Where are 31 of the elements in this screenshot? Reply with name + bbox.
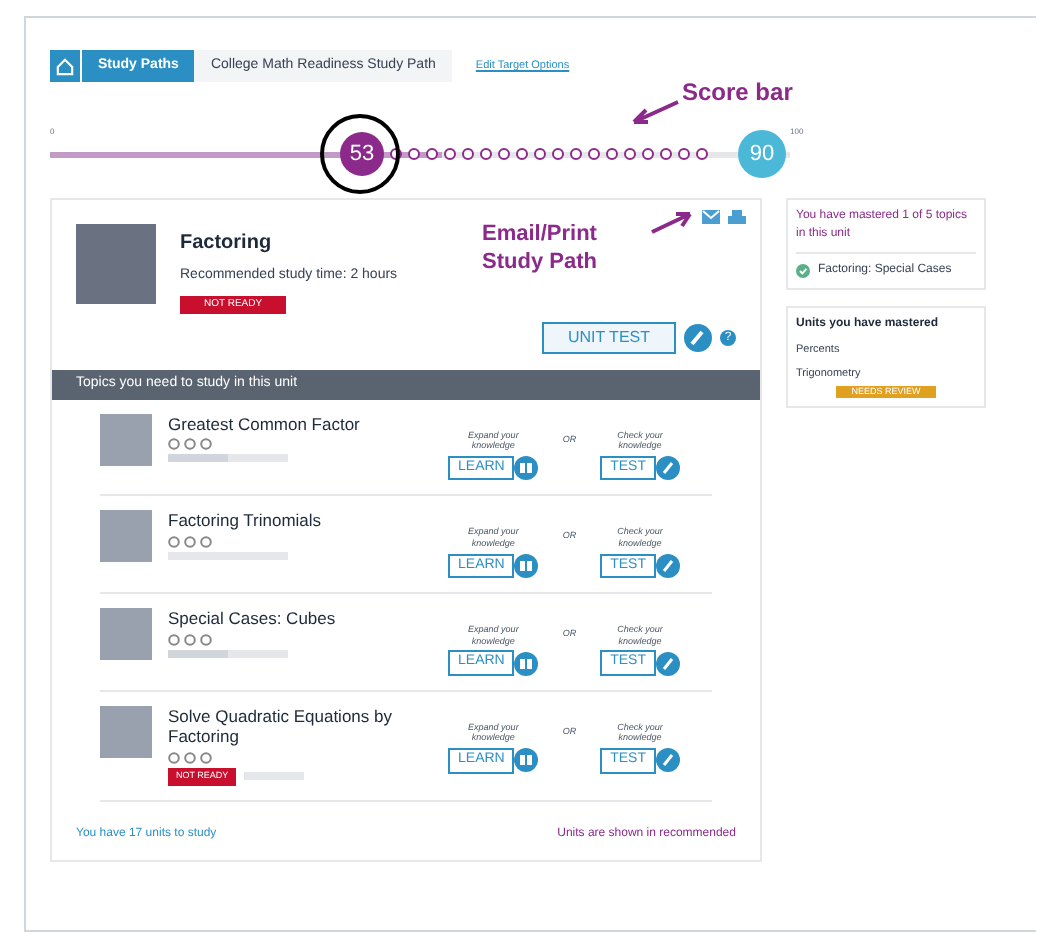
topic-thumbnail: [100, 510, 152, 563]
topic-title: Greatest Common Factor: [168, 413, 362, 435]
pencil-icon[interactable]: [656, 748, 680, 773]
annotation-text: Score bar: [682, 76, 793, 110]
unit-thumbnail: [76, 224, 156, 304]
check-icon: [796, 264, 810, 278]
topic-title: Special Cases: Cubes: [168, 608, 338, 630]
email-icon[interactable]: [702, 210, 720, 224]
pencil-icon[interactable]: [656, 456, 680, 480]
print-icon[interactable]: [728, 210, 746, 226]
book-icon[interactable]: [514, 456, 539, 480]
annotation-text: Email/Print Study Path: [482, 222, 599, 277]
home-icon[interactable]: [50, 50, 82, 82]
book-icon[interactable]: [514, 651, 539, 675]
unit-test-button[interactable]: UNIT TEST: [541, 322, 676, 354]
unit-title: Factoring: [180, 230, 274, 258]
mastery-circles: [168, 752, 212, 764]
topic-title: Solve Quadratic Equations by Factoring: [168, 705, 394, 748]
pencil-icon[interactable]: [684, 324, 712, 352]
topic-title: Factoring Trinomials: [168, 510, 324, 532]
topic-thumbnail: [100, 413, 152, 465]
mastery-circles: [168, 633, 212, 646]
mastery-circles: [168, 535, 212, 548]
topic-thumbnail: [100, 608, 152, 660]
mastery-circles: [168, 438, 212, 451]
topic-thumbnail: [100, 705, 152, 758]
pencil-icon[interactable]: [656, 553, 680, 578]
annotation-arrow: [650, 210, 694, 234]
pencil-icon[interactable]: [656, 651, 680, 675]
book-icon[interactable]: [514, 553, 539, 578]
book-icon[interactable]: [514, 748, 539, 773]
